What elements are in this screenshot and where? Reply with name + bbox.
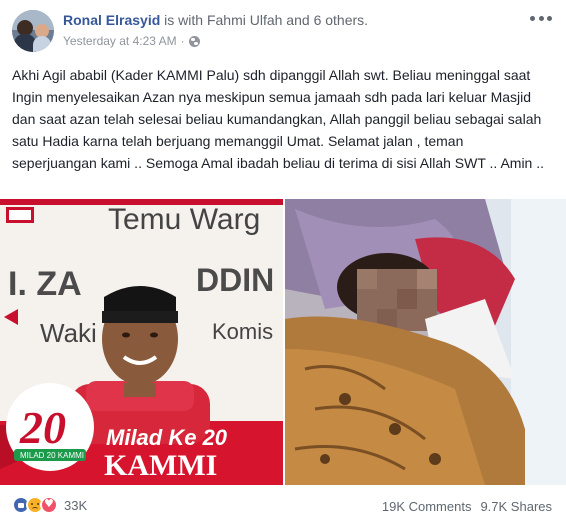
- poster-name-fragment-2: DDIN: [196, 262, 274, 298]
- post-meta: Yesterday at 4:23 AM ·: [63, 34, 200, 48]
- author-name-link[interactable]: Ronal Elrasyid: [63, 12, 160, 28]
- poster-role-fragment-2: Komis: [212, 319, 273, 344]
- with-text: is with: [160, 12, 207, 28]
- more-options-icon[interactable]: [530, 11, 552, 25]
- logo-20: 20: [19, 402, 66, 453]
- post-header: Ronal Elrasyid is with Fahmi Ulfah and 6…: [63, 12, 368, 28]
- poster-name-fragment: I. ZA: [8, 265, 82, 303]
- poster-role-fragment: Waki: [40, 318, 97, 348]
- poster-title-top: Temu Warg: [108, 203, 260, 236]
- post-body-text: Akhi Agil ababil (Kader KAMMI Palu) sdh …: [12, 67, 545, 171]
- kammi-text: KAMMI: [104, 449, 217, 482]
- shares-count-link[interactable]: 9.7K Shares: [480, 499, 552, 514]
- photo-grid: Temu Warg I. ZA DDIN Waki Komis 20 MILAD…: [0, 199, 566, 485]
- globe-icon[interactable]: [188, 35, 200, 47]
- badge-subtitle: MILAD 20 KAMMI: [20, 451, 84, 460]
- tagged-user-link[interactable]: Fahmi Ulfah: [207, 12, 282, 28]
- author-avatar[interactable]: [12, 10, 54, 52]
- reaction-count[interactable]: 33K: [64, 498, 87, 513]
- photo-poster[interactable]: Temu Warg I. ZA DDIN Waki Komis 20 MILAD…: [0, 199, 283, 485]
- milad-text: Milad Ke 20: [106, 425, 228, 450]
- meta-separator: ·: [180, 34, 185, 48]
- post-stats: 19K Comments 9.7K Shares: [382, 499, 552, 514]
- others-link[interactable]: 6 others: [314, 12, 365, 28]
- post-timestamp[interactable]: Yesterday at 4:23 AM: [63, 34, 177, 48]
- photo-covered-person[interactable]: [285, 199, 566, 485]
- love-icon: [40, 496, 58, 514]
- period-text: .: [364, 12, 369, 28]
- comments-count-link[interactable]: 19K Comments: [382, 499, 472, 514]
- reactions-summary[interactable]: 33K: [12, 496, 87, 514]
- and-text: and: [282, 12, 314, 28]
- facebook-post: Ronal Elrasyid is with Fahmi Ulfah and 6…: [0, 0, 566, 524]
